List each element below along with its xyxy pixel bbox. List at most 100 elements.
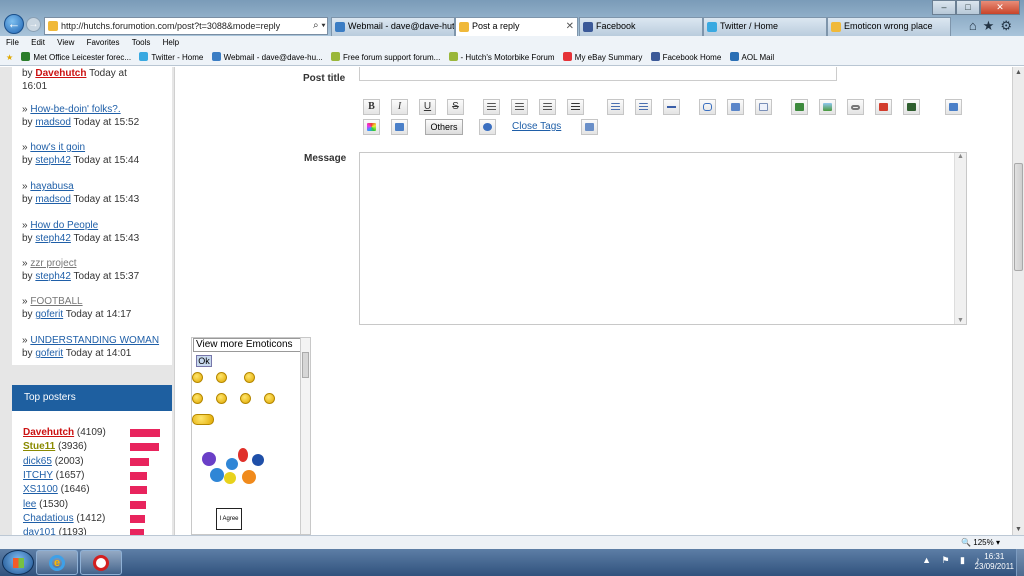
bullet-list-button[interactable] — [607, 99, 624, 115]
close-tab-icon[interactable]: ✕ — [566, 18, 574, 35]
topic-link[interactable]: FOOTBALL — [30, 296, 82, 307]
topic-author-link[interactable]: madsod — [35, 117, 71, 128]
scroll-up-icon[interactable]: ▲ — [955, 153, 966, 160]
code-button[interactable] — [727, 99, 744, 115]
topic-author-link[interactable]: steph42 — [35, 271, 71, 282]
post-title-input[interactable] — [359, 67, 837, 81]
insert-image-button[interactable] — [819, 99, 836, 115]
insert-link-button[interactable] — [847, 99, 864, 115]
smiley-icon[interactable] — [264, 393, 275, 404]
smiley-icon[interactable] — [244, 372, 255, 383]
horizontal-rule-button[interactable] — [663, 99, 680, 115]
zoom-level[interactable]: 🔍 125% ▾ — [961, 536, 1000, 550]
font-size-button[interactable] — [391, 119, 408, 135]
address-tools-icon[interactable]: ⌕ ▾ ↻ ✕ — [313, 18, 327, 34]
tab-webmail[interactable]: Webmail - dave@dave-hutchi... — [331, 17, 455, 36]
smiley-icon[interactable] — [240, 393, 251, 404]
top-poster-link[interactable]: Davehutch — [23, 427, 74, 438]
fav-twitter[interactable]: Twitter - Home — [139, 50, 203, 66]
table-button[interactable] — [755, 99, 772, 115]
emoticons-scrollbar[interactable] — [300, 338, 310, 534]
taskbar-app[interactable] — [80, 550, 122, 575]
tab-post-a-reply[interactable]: Post a reply ✕ — [455, 17, 578, 37]
underline-button[interactable]: U — [419, 99, 436, 115]
topic-link[interactable]: hayabusa — [30, 181, 73, 192]
message-scrollbar[interactable]: ▲ ▼ — [954, 153, 966, 324]
topic-author-link[interactable]: goferit — [35, 348, 63, 359]
top-poster-link[interactable]: XS1100 — [23, 484, 58, 495]
page-scrollbar[interactable]: ▲ ▼ — [1012, 67, 1024, 535]
topic-link[interactable]: zzr project — [30, 258, 76, 269]
close-tags-link[interactable]: Close Tags — [512, 121, 561, 132]
scroll-down-icon[interactable]: ▼ — [1015, 526, 1022, 533]
party-smileys-icon[interactable] — [196, 448, 276, 492]
top-poster-link[interactable]: day101 — [23, 527, 56, 535]
address-bar[interactable]: http://hutchs.forumotion.com/post?t=3088… — [44, 17, 328, 35]
tab-twitter[interactable]: Twitter / Home — [703, 17, 827, 36]
start-button[interactable] — [2, 550, 34, 575]
i-agree-sign-icon[interactable]: I Agree — [216, 508, 242, 530]
help-button[interactable] — [479, 119, 496, 135]
top-poster-link[interactable]: Stue11 — [23, 441, 55, 452]
remove-format-button[interactable] — [581, 119, 598, 135]
menu-tools[interactable]: Tools — [132, 38, 151, 47]
video-button[interactable] — [903, 99, 920, 115]
flash-button[interactable] — [875, 99, 892, 115]
align-center-button[interactable] — [511, 99, 528, 115]
top-poster-link[interactable]: ITCHY — [23, 470, 53, 481]
smiley-icon[interactable] — [216, 393, 227, 404]
fav-hutchs-forum[interactable]: - Hutch's Motorbike Forum — [448, 50, 555, 66]
close-window-button[interactable]: ✕ — [980, 0, 1020, 15]
smiley-group-icon[interactable] — [192, 414, 214, 425]
favorites-star-icon[interactable]: ★ — [6, 50, 13, 66]
scroll-up-icon[interactable]: ▲ — [1015, 69, 1022, 76]
tab-emoticon-wrong-place[interactable]: Emoticon wrong place — [827, 17, 951, 36]
clock[interactable]: 16:31 23/09/2011 — [975, 552, 1014, 572]
justify-button[interactable] — [567, 99, 584, 115]
emoticon-ok-button[interactable]: Ok — [196, 355, 212, 367]
menu-favorites[interactable]: Favorites — [87, 38, 120, 47]
fav-webmail[interactable]: Webmail - dave@dave-hu... — [211, 50, 323, 66]
fav-forum-support[interactable]: Free forum support forum... — [330, 50, 440, 66]
font-button[interactable] — [945, 99, 962, 115]
quote-button[interactable] — [699, 99, 716, 115]
menu-help[interactable]: Help — [163, 38, 179, 47]
numbered-list-button[interactable] — [635, 99, 652, 115]
menu-file[interactable]: File — [6, 38, 19, 47]
tab-facebook[interactable]: Facebook — [579, 17, 703, 36]
scroll-down-icon[interactable]: ▼ — [955, 317, 966, 324]
topic-author-link[interactable]: steph42 — [35, 155, 71, 166]
top-poster-link[interactable]: Chadatious — [23, 513, 74, 524]
scroll-thumb[interactable] — [302, 352, 309, 378]
menu-edit[interactable]: Edit — [31, 38, 45, 47]
italic-button[interactable]: I — [391, 99, 408, 115]
message-textarea[interactable]: ▲ ▼ — [359, 152, 967, 325]
align-right-button[interactable] — [539, 99, 556, 115]
smiley-icon[interactable] — [216, 372, 227, 383]
fav-aol-mail[interactable]: AOL Mail — [729, 50, 774, 66]
fav-ebay[interactable]: My eBay Summary — [562, 50, 642, 66]
topic-link[interactable]: How do People — [30, 220, 98, 231]
topic-author-link[interactable]: goferit — [35, 309, 63, 320]
emoticon-category-select[interactable]: View more Emoticons — [193, 338, 301, 352]
show-desktop-button[interactable] — [1016, 549, 1024, 576]
menu-view[interactable]: View — [57, 38, 74, 47]
forward-button[interactable]: → — [26, 17, 41, 32]
color-button[interactable] — [363, 119, 380, 135]
scroll-thumb[interactable] — [1014, 163, 1023, 271]
topic-link[interactable]: How-be-doin' folks?. — [30, 104, 120, 115]
smiley-icon[interactable] — [192, 372, 203, 383]
home-favorites-tools-icon[interactable]: ⌂★⚙ — [969, 18, 1018, 34]
back-button[interactable]: ← — [4, 14, 24, 34]
taskbar-internet-explorer[interactable]: e — [36, 550, 78, 575]
smiley-icon[interactable] — [192, 393, 203, 404]
topic-link[interactable]: how's it goin — [30, 142, 85, 153]
align-left-button[interactable] — [483, 99, 500, 115]
topic-author-link[interactable]: Davehutch — [35, 68, 86, 79]
fav-met-office[interactable]: Met Office Leicester forec... — [21, 50, 131, 66]
maximize-button[interactable]: □ — [956, 0, 980, 15]
bold-button[interactable]: B — [363, 99, 380, 115]
topic-author-link[interactable]: steph42 — [35, 233, 71, 244]
topic-link[interactable]: UNDERSTANDING WOMAN — [30, 335, 159, 346]
top-poster-link[interactable]: lee — [23, 499, 36, 510]
